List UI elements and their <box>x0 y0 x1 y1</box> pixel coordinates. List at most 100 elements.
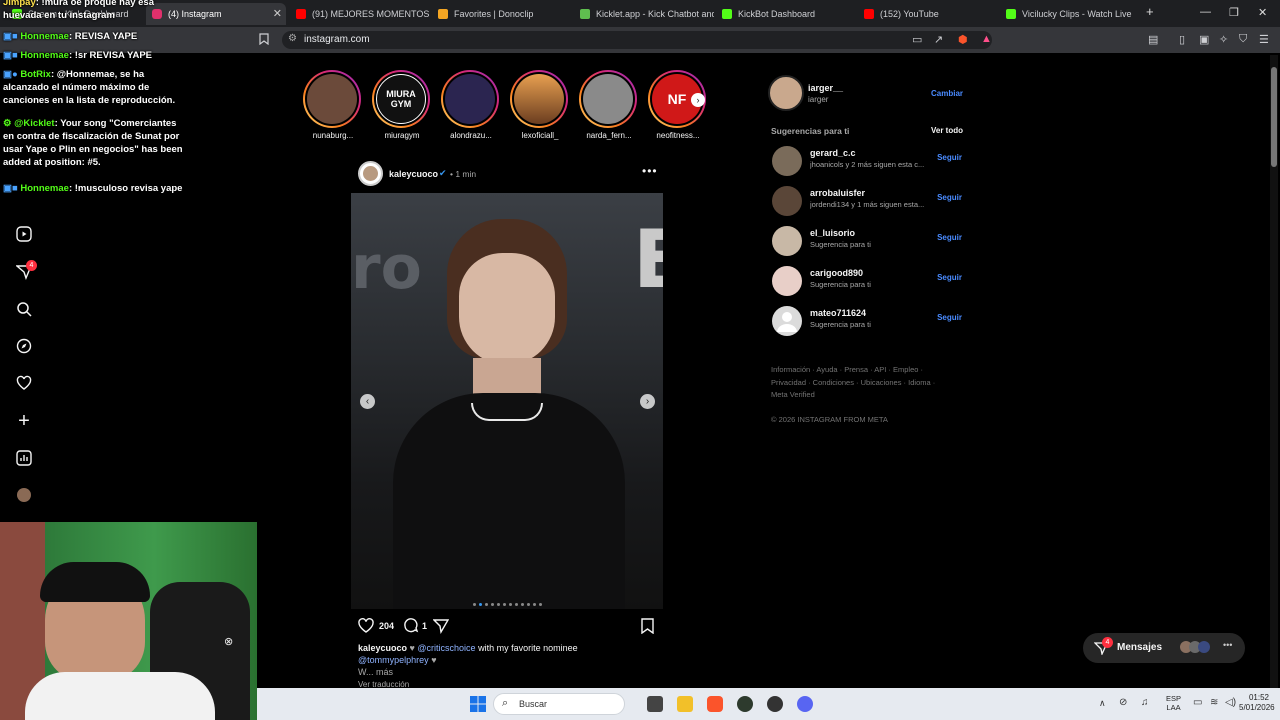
language-indicator[interactable]: ESP LAA <box>1166 694 1181 712</box>
explore-icon[interactable] <box>14 336 34 356</box>
network-icon[interactable]: ⊘ <box>1119 697 1127 708</box>
footer-links[interactable]: Privacidad · Condiciones · Ubicaciones ·… <box>771 377 961 390</box>
carousel-dot <box>496 603 500 606</box>
notifications-heart-icon[interactable] <box>14 373 34 393</box>
suggestion-avatar[interactable] <box>772 266 802 296</box>
footer-links[interactable]: Meta Verified <box>771 389 961 402</box>
post-author-avatar[interactable] <box>358 161 383 186</box>
carousel-next-button[interactable]: › <box>640 394 655 409</box>
display-icon[interactable]: ▭ <box>1193 697 1202 708</box>
caption-username[interactable]: kaleycuoco <box>358 643 407 653</box>
follow-button[interactable]: Seguir <box>937 193 962 202</box>
wifi-icon[interactable]: ≋ <box>1210 697 1218 708</box>
suggestion-avatar[interactable] <box>772 226 802 256</box>
suggestions-title: Sugerencias para ti <box>771 126 850 136</box>
suggestion-username[interactable]: arrobaluisfer <box>810 188 865 198</box>
follow-button[interactable]: Seguir <box>937 313 962 322</box>
close-tab-icon[interactable]: ✕ <box>273 7 282 20</box>
maximize-icon[interactable]: ❐ <box>1229 6 1239 19</box>
site-info-icon[interactable]: ⚙ <box>288 33 297 44</box>
suggestion-username[interactable]: gerard_c.c <box>810 148 856 158</box>
close-window-icon[interactable]: ✕ <box>1258 6 1267 19</box>
brave-rewards-icon[interactable]: ▲ <box>981 33 992 45</box>
tab-kickbot[interactable]: KickBot Dashboard <box>716 3 856 25</box>
carousel-dot <box>514 603 518 606</box>
messages-floating-button[interactable]: 4 Mensajes ••• <box>1083 633 1245 663</box>
carousel-dot <box>538 603 542 606</box>
comment-icon[interactable] <box>403 618 419 639</box>
story-item[interactable]: nunaburg... <box>303 70 363 140</box>
search-icon[interactable] <box>14 299 34 319</box>
story-item[interactable]: MIURA GYM miuragym <box>372 70 432 140</box>
cast-icon[interactable]: ▭ <box>912 33 922 46</box>
menu-icon[interactable]: ☰ <box>1259 33 1269 46</box>
reels-icon[interactable] <box>14 224 34 244</box>
minimize-icon[interactable]: — <box>1200 6 1211 18</box>
stories-next-button[interactable]: › <box>691 93 705 107</box>
volume-icon[interactable]: ◁) <box>1225 697 1236 708</box>
page-scrollbar[interactable] <box>1270 55 1278 688</box>
follow-button[interactable]: Seguir <box>937 233 962 242</box>
like-heart-icon[interactable] <box>358 618 374 638</box>
task-view-icon[interactable] <box>647 696 663 712</box>
story-item[interactable]: narda_fern... <box>579 70 639 140</box>
chat-username: Honnemae <box>20 50 69 61</box>
see-all-suggestions-link[interactable]: Ver todo <box>931 126 963 135</box>
story-item[interactable]: alondrazu... <box>441 70 501 140</box>
obs-icon[interactable] <box>737 696 753 712</box>
suggestion-username[interactable]: carigood890 <box>810 268 863 278</box>
tab-youtube[interactable]: (152) YouTube <box>858 3 998 25</box>
bookmark-icon[interactable] <box>259 33 269 48</box>
story-item[interactable]: lexoficiall_ <box>510 70 570 140</box>
post-options-icon[interactable]: ••• <box>642 164 658 178</box>
current-user-username[interactable]: iarger__ <box>808 83 843 93</box>
windows-start-icon[interactable] <box>470 696 486 712</box>
follow-button[interactable]: Seguir <box>937 153 962 162</box>
profile-avatar[interactable] <box>14 485 34 505</box>
suggestion-avatar[interactable] <box>772 186 802 216</box>
taskbar-search-box[interactable]: ⌕ Buscar <box>493 693 625 715</box>
dashboard-icon[interactable] <box>14 448 34 468</box>
microphone-icon[interactable]: ♫ <box>1141 697 1149 708</box>
post-author-username[interactable]: kaleycuoco <box>389 169 438 179</box>
share-icon[interactable] <box>432 618 450 639</box>
switch-account-button[interactable]: Cambiar <box>931 89 963 98</box>
tab-title: (152) YouTube <box>880 9 939 19</box>
current-user-name: iarger <box>808 95 829 104</box>
leo-ai-icon[interactable]: ✧ <box>1219 33 1228 46</box>
share-icon[interactable]: ↗ <box>934 33 943 46</box>
sidebar-toggle-icon[interactable]: ▤ <box>1148 33 1158 46</box>
create-plus-icon[interactable]: + <box>14 410 34 432</box>
brave-shield-icon[interactable]: ⬢ <box>958 33 968 46</box>
scrollbar-thumb[interactable] <box>1271 67 1277 167</box>
footer-links[interactable]: Información · Ayuda · Prensa · API · Emp… <box>771 364 961 377</box>
suggestion-username[interactable]: el_luisorio <box>810 228 855 238</box>
carousel-prev-button[interactable]: ‹ <box>360 394 375 409</box>
brave-browser-icon[interactable] <box>707 696 723 712</box>
app-icon[interactable] <box>767 696 783 712</box>
caption-mention[interactable]: @criticschoice <box>417 643 475 653</box>
carousel-dot <box>472 603 476 606</box>
follow-button[interactable]: Seguir <box>937 273 962 282</box>
discord-icon[interactable] <box>797 696 813 712</box>
panel-icon[interactable]: ▯ <box>1179 33 1185 46</box>
sidebar-footer: Información · Ayuda · Prensa · API · Emp… <box>771 364 961 426</box>
file-explorer-icon[interactable] <box>677 696 693 712</box>
save-bookmark-icon[interactable] <box>641 618 654 639</box>
chat-avatar <box>1198 641 1210 653</box>
suggestion-username[interactable]: mateo711624 <box>810 308 866 318</box>
new-tab-button[interactable]: + <box>1146 4 1154 19</box>
tab-vicilucky[interactable]: Vicilucky Clips - Watch Live on <box>1000 3 1134 25</box>
chat-message: ▣■ Honnemae: REVISA YAPE <box>3 31 138 42</box>
caption-mention[interactable]: @tommypelphrey <box>358 655 429 665</box>
system-clock[interactable]: 01:52 5/01/2026 <box>1239 693 1275 713</box>
messages-nav-icon[interactable]: 4 <box>14 260 37 282</box>
current-user-avatar[interactable] <box>768 75 804 111</box>
post-image-carousel[interactable]: ro E ‹ › <box>351 193 663 609</box>
tray-overflow-icon[interactable]: ∧ <box>1099 698 1106 709</box>
default-avatar-icon[interactable] <box>772 306 802 336</box>
wallet-icon[interactable]: ▣ <box>1199 33 1209 46</box>
suggestion-avatar[interactable] <box>772 146 802 176</box>
vpn-icon[interactable]: ⛉ <box>1239 33 1247 46</box>
caption-more-link[interactable]: W... más <box>358 667 393 677</box>
